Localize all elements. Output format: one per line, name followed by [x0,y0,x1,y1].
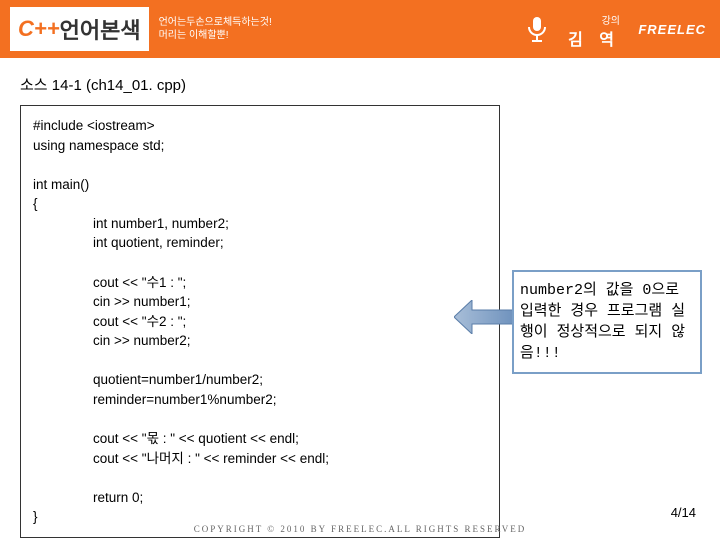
subline-1: 언어는두손으로체득하는것! [159,16,272,29]
source-title: 소스 14-1 (ch14_01. cpp) [20,74,700,95]
code-line [33,351,487,371]
logo-block: C++ 언어본색 [10,7,149,51]
lecturer-name: 김 역 [568,26,620,50]
code-line: reminder=number1%number2; [93,390,487,410]
code-line [33,155,487,175]
page-number: 4/14 [671,505,696,520]
code-box: #include <iostream> using namespace std;… [20,105,500,538]
header-subtitle: 언어는두손으로체득하는것! 머리는 이해할뿐! [159,16,272,42]
code-line: cout << "수1 : "; [93,273,487,293]
arrow-icon [454,300,514,339]
header-bar: C++ 언어본색 언어는두손으로체득하는것! 머리는 이해할뿐! 강의 김 역 … [0,0,720,60]
code-line: cout << "몫 : " << quotient << endl; [93,429,487,449]
code-line [33,253,487,273]
logo-main: 언어본색 [60,13,141,45]
brand-text: FREELEC [638,22,706,37]
code-line: { [33,194,487,214]
lecture-label: 강의 [602,12,620,27]
code-line [33,409,487,429]
logo-prefix: C++ [18,16,60,42]
code-line [33,468,487,488]
code-line: cout << "나머지 : " << reminder << endl; [93,449,487,469]
copyright-footer: COPYRIGHT © 2010 BY FREELEC.ALL RIGHTS R… [0,524,720,534]
code-line: cout << "수2 : "; [93,312,487,332]
code-line: int main() [33,175,487,195]
code-line: cin >> number1; [93,292,487,312]
code-line: using namespace std; [33,136,487,156]
code-line: int quotient, reminder; [93,233,487,253]
code-line: quotient=number1/number2; [93,370,487,390]
microphone-icon [524,15,550,50]
code-line: #include <iostream> [33,116,487,136]
callout-box: number2의 값을 0으로 입력한 경우 프로그램 실행이 정상적으로 되지… [512,270,702,374]
code-line: int number1, number2; [93,214,487,234]
subline-2: 머리는 이해할뿐! [159,29,272,42]
code-line: cin >> number2; [93,331,487,351]
code-line: return 0; [93,488,487,508]
